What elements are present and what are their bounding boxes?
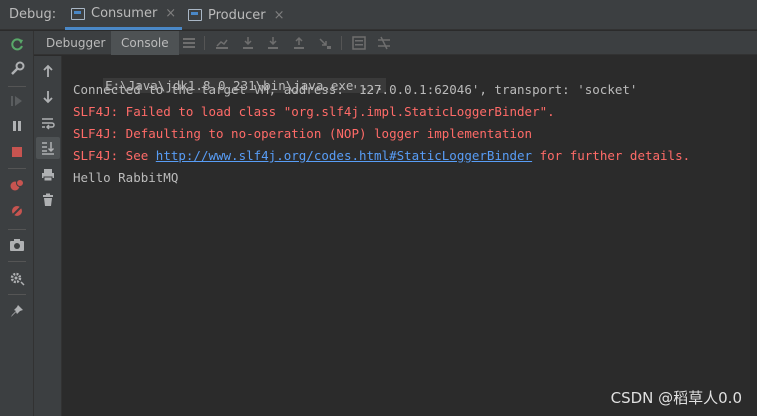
pin-icon[interactable] — [0, 300, 34, 322]
console-line-error: SLF4J: Failed to load class "org.slf4j.i… — [73, 104, 555, 119]
tab-producer[interactable]: Producer × — [182, 0, 291, 30]
console-side-toolbar — [34, 56, 62, 416]
evaluate-expression-icon[interactable] — [350, 34, 368, 52]
stop-icon[interactable] — [0, 141, 34, 163]
error-suffix: for further details. — [532, 148, 691, 163]
console-line-error: SLF4J: See http://www.slf4j.org/codes.ht… — [73, 147, 690, 165]
wrench-icon[interactable] — [0, 58, 34, 80]
arrow-up-icon[interactable] — [36, 60, 60, 82]
print-icon[interactable] — [36, 164, 60, 186]
trace-stream-icon[interactable] — [375, 34, 393, 52]
close-icon[interactable]: × — [274, 8, 285, 23]
tab-console-label: Console — [121, 36, 169, 50]
tab-producer-label: Producer — [208, 7, 266, 23]
debug-left-toolbar — [0, 31, 34, 416]
trash-icon[interactable] — [36, 189, 60, 211]
console-line-connected: Connected to the target VM, address: '12… — [73, 82, 638, 97]
pause-icon[interactable] — [0, 115, 34, 137]
settings-icon[interactable] — [0, 267, 34, 289]
slf4j-link[interactable]: http://www.slf4j.org/codes.html#StaticLo… — [156, 148, 532, 163]
layout-menu-icon[interactable] — [180, 34, 198, 52]
separator — [204, 36, 205, 50]
debug-label: Debug: — [9, 7, 57, 22]
run-config-icon — [188, 9, 202, 21]
step-over-icon[interactable] — [239, 34, 257, 52]
separator — [8, 168, 26, 169]
camera-icon[interactable] — [0, 234, 34, 256]
tab-console[interactable]: Console — [111, 31, 179, 55]
console-line-output: Hello RabbitMQ — [73, 170, 179, 185]
tab-consumer[interactable]: Consumer × — [65, 0, 183, 30]
step-into-icon[interactable] — [264, 34, 282, 52]
mute-breakpoints-icon[interactable] — [0, 200, 34, 222]
console-output[interactable]: E:\Java\jdk1.8.0_231\bin\java.exe ... Co… — [63, 56, 757, 416]
debug-tool-window-header: Debug: Consumer × Producer × — [0, 0, 757, 30]
tab-consumer-label: Consumer — [91, 6, 158, 21]
separator — [341, 36, 342, 50]
run-to-cursor-icon[interactable] — [316, 34, 334, 52]
separator — [8, 294, 26, 295]
tab-debugger-label: Debugger — [46, 36, 106, 50]
view-breakpoints-icon[interactable] — [0, 174, 34, 196]
step-out-icon[interactable] — [290, 34, 308, 52]
watermark: CSDN @稻草人0.0 — [610, 389, 742, 407]
tab-debugger[interactable]: Debugger — [38, 31, 113, 55]
separator — [8, 229, 26, 230]
arrow-down-icon[interactable] — [36, 86, 60, 108]
soft-wrap-icon[interactable] — [36, 112, 60, 134]
debug-subtab-bar: Debugger Console — [34, 31, 757, 55]
scroll-to-end-icon[interactable] — [36, 137, 60, 159]
show-execution-point-icon[interactable] — [213, 34, 231, 52]
error-prefix: SLF4J: See — [73, 148, 156, 163]
close-icon[interactable]: × — [165, 6, 176, 21]
resume-icon[interactable] — [0, 90, 34, 112]
rerun-icon[interactable] — [0, 34, 34, 56]
console-line-error: SLF4J: Defaulting to no-operation (NOP) … — [73, 126, 533, 141]
separator — [8, 261, 26, 262]
separator — [8, 86, 26, 87]
run-config-icon — [71, 7, 85, 20]
